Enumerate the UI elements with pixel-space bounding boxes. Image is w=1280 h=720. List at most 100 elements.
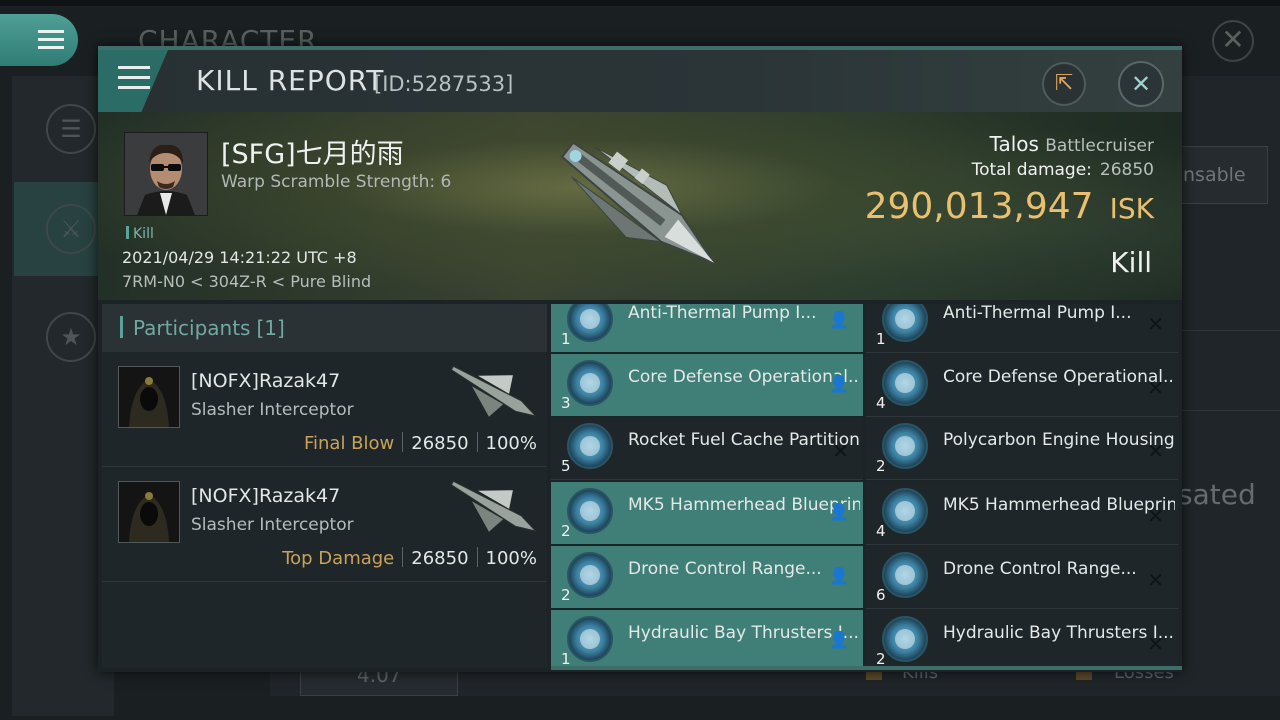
module-icon bbox=[882, 304, 928, 342]
participants-title-text: Participants bbox=[133, 316, 251, 340]
dropped-item[interactable]: 2 Polycarbon Engine Housing... ✕ bbox=[866, 417, 1178, 480]
destroyed-item[interactable]: 1 Hydraulic Bay Thrusters I... 👤 bbox=[551, 610, 863, 668]
participant-role: Final Blow bbox=[303, 433, 395, 454]
kill-type: Kill bbox=[1110, 246, 1152, 279]
kill-time: 2021/04/29 14:21:22 UTC +8 bbox=[122, 248, 357, 267]
module-icon bbox=[882, 552, 928, 598]
close-icon: ✕ bbox=[1147, 439, 1164, 463]
item-name: Hydraulic Bay Thrusters I... bbox=[943, 623, 1174, 643]
kill-report-modal: KILL REPORT [ID:5287533] ⇱ ✕ [SFG]七月的雨 W… bbox=[98, 46, 1182, 672]
participant-ship-image bbox=[442, 471, 546, 543]
close-icon: ✕ bbox=[1147, 632, 1164, 656]
close-icon[interactable]: ✕ bbox=[1118, 61, 1164, 107]
star-icon: ★ bbox=[46, 312, 96, 362]
item-quantity: 5 bbox=[561, 457, 571, 475]
person-icon: 👤 bbox=[829, 374, 849, 393]
items-bottom-accent bbox=[551, 666, 1182, 670]
background-close-icon[interactable]: ✕ bbox=[1212, 20, 1254, 62]
item-quantity: 4 bbox=[876, 522, 886, 540]
item-quantity: 2 bbox=[561, 522, 571, 540]
items-grid: 1 Anti-Thermal Pump I... 👤 3 Core Defense… bbox=[551, 304, 1182, 668]
participants-title: Participants [1] bbox=[120, 316, 285, 340]
isk-value: 290,013,947 ISK bbox=[865, 186, 1154, 227]
item-quantity: 4 bbox=[876, 394, 886, 412]
module-icon bbox=[882, 616, 928, 662]
destroyed-item[interactable]: 5 Rocket Fuel Cache Partition ... ✕ bbox=[551, 417, 863, 480]
item-quantity: 1 bbox=[561, 330, 571, 348]
module-icon bbox=[567, 616, 613, 662]
participant-name: [NOFX]Razak47 bbox=[191, 370, 341, 392]
blueprint-icon bbox=[567, 488, 613, 534]
item-name: Anti-Thermal Pump I... bbox=[943, 304, 1132, 323]
dropped-item[interactable]: 2 Hydraulic Bay Thrusters I... ✕ bbox=[866, 610, 1178, 668]
kill-location: 7RM-N0 < 304Z-R < Pure Blind bbox=[122, 272, 372, 291]
item-quantity: 2 bbox=[876, 457, 886, 475]
background-divider bbox=[1180, 330, 1280, 331]
person-icon: 👤 bbox=[829, 502, 849, 521]
report-id: [ID:5287533] bbox=[374, 72, 514, 96]
person-icon: 👤 bbox=[829, 630, 849, 649]
participant-ship: Slasher Interceptor bbox=[191, 400, 354, 420]
item-name: Drone Control Range... bbox=[628, 559, 822, 579]
item-name: Rocket Fuel Cache Partition ... bbox=[628, 430, 860, 450]
participant-damage: 26850 bbox=[411, 548, 469, 569]
item-name: Drone Control Range... bbox=[943, 559, 1137, 579]
kill-tag: Kill bbox=[126, 226, 154, 242]
participant-stats: Final Blow 26850 100% bbox=[304, 432, 537, 454]
module-icon bbox=[567, 423, 613, 469]
destroyed-item[interactable]: 2 MK5 Hammerhead Blueprint 👤 bbox=[551, 482, 863, 544]
item-name: MK5 Hammerhead Blueprint bbox=[628, 495, 860, 515]
close-icon: ✕ bbox=[1147, 376, 1164, 400]
participant-avatar bbox=[118, 481, 180, 543]
victim-ship-name: Talos Battlecruiser bbox=[990, 132, 1154, 156]
dropped-item[interactable]: 6 Drone Control Range... ✕ bbox=[866, 546, 1178, 609]
total-damage: Total damage: 26850 bbox=[972, 160, 1154, 180]
background-right-button[interactable]: nsable bbox=[1170, 146, 1268, 204]
background-top-bar bbox=[0, 0, 1280, 6]
close-icon: ✕ bbox=[1147, 312, 1164, 336]
modal-title: KILL REPORT bbox=[196, 64, 385, 97]
destroyed-item[interactable]: 2 Drone Control Range... 👤 bbox=[551, 546, 863, 608]
module-icon bbox=[882, 423, 928, 469]
background-menu-button[interactable] bbox=[0, 14, 78, 66]
total-damage-label: Total damage: bbox=[971, 160, 1092, 180]
dropped-item[interactable]: 1 Anti-Thermal Pump I... ✕ bbox=[866, 304, 1178, 353]
participants-panel: Participants [1] [NOFX]Razak47 Slasher In… bbox=[102, 304, 547, 668]
item-quantity: 6 bbox=[876, 586, 886, 604]
module-icon bbox=[567, 304, 613, 342]
close-icon: ✕ bbox=[832, 439, 849, 463]
victim-ship-image bbox=[528, 116, 748, 296]
participant-percent: 100% bbox=[485, 548, 537, 569]
background-right-text: sated bbox=[1178, 478, 1256, 511]
participant-row[interactable]: [NOFX]Razak47 Slasher Interceptor Top Da… bbox=[102, 467, 547, 582]
item-name: Core Defense Operational... bbox=[943, 367, 1175, 387]
item-quantity: 2 bbox=[561, 586, 571, 604]
item-quantity: 1 bbox=[876, 330, 886, 348]
dropped-item[interactable]: 4 MK5 Hammerhead Blueprint ✕ bbox=[866, 482, 1178, 545]
warp-scramble-strength: Warp Scramble Strength: 6 bbox=[221, 172, 452, 192]
share-icon[interactable]: ⇱ bbox=[1042, 62, 1086, 106]
item-name: Polycarbon Engine Housing... bbox=[943, 430, 1175, 450]
menu-button[interactable] bbox=[118, 66, 150, 94]
blueprint-icon bbox=[882, 488, 928, 534]
person-icon: 👤 bbox=[829, 566, 849, 585]
isk-unit: ISK bbox=[1109, 192, 1154, 225]
participant-row[interactable]: [NOFX]Razak47 Slasher Interceptor Final … bbox=[102, 352, 547, 467]
destroyed-item[interactable]: 3 Core Defense Operational... 👤 bbox=[551, 354, 863, 416]
person-icon: 👤 bbox=[829, 310, 849, 329]
close-icon: ✕ bbox=[1147, 568, 1164, 592]
victim-portrait[interactable] bbox=[124, 132, 208, 216]
participant-percent: 100% bbox=[485, 433, 537, 454]
item-quantity: 3 bbox=[561, 394, 571, 412]
participants-header: Participants [1] bbox=[102, 304, 547, 352]
dropped-item[interactable]: 4 Core Defense Operational... ✕ bbox=[866, 354, 1178, 417]
total-damage-value: 26850 bbox=[1099, 160, 1154, 180]
destroyed-item[interactable]: 1 Anti-Thermal Pump I... 👤 bbox=[551, 304, 863, 352]
item-name: Anti-Thermal Pump I... bbox=[628, 304, 817, 323]
ship-name: Talos bbox=[989, 132, 1039, 156]
participant-avatar bbox=[118, 366, 180, 428]
participants-count: [1] bbox=[256, 316, 285, 340]
close-icon: ✕ bbox=[1147, 504, 1164, 528]
menu-icon bbox=[38, 30, 64, 50]
modal-header: KILL REPORT [ID:5287533] ⇱ ✕ bbox=[98, 50, 1182, 112]
